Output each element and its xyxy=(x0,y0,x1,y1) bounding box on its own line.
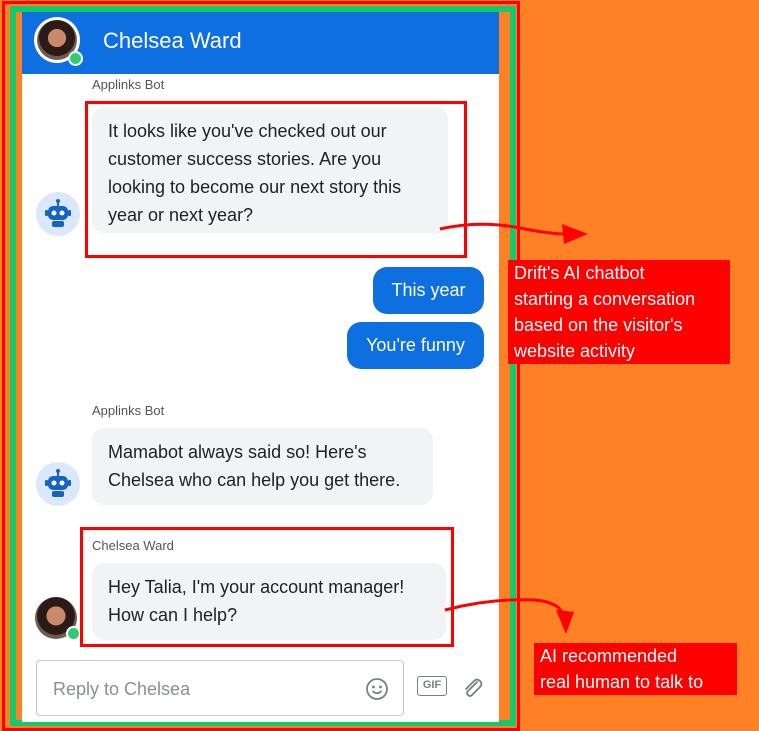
arrowhead-2 xyxy=(556,610,574,634)
callout-ai-chatbot: Drift's AI chatbot starting a conversati… xyxy=(508,260,730,364)
arrowhead-1 xyxy=(562,224,588,244)
arrow-to-callout-1 xyxy=(439,222,566,236)
arrow-to-callout-2 xyxy=(444,598,565,615)
callout-human-handoff: AI recommended real human to talk to xyxy=(534,643,737,695)
